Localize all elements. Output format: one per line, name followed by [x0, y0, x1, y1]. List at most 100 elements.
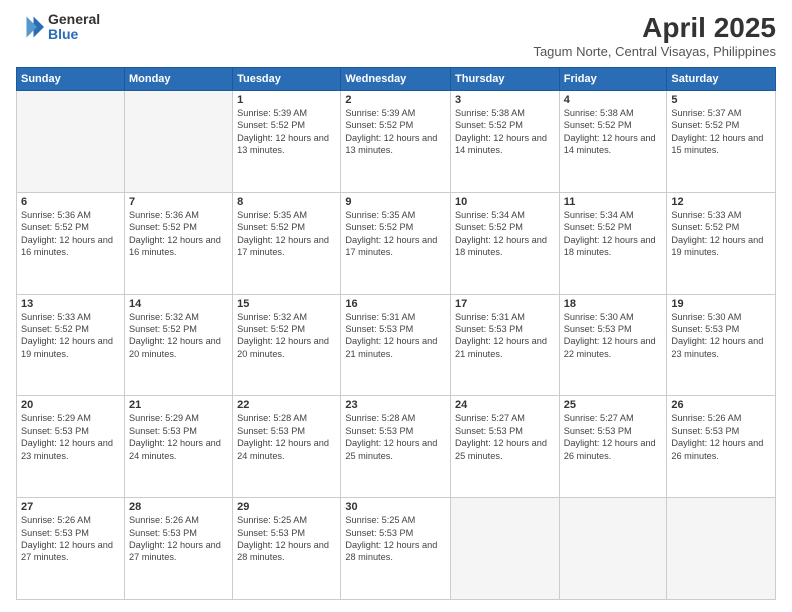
calendar-cell: 16Sunrise: 5:31 AM Sunset: 5:53 PM Dayli…: [341, 294, 451, 396]
day-detail: Sunrise: 5:31 AM Sunset: 5:53 PM Dayligh…: [345, 311, 446, 361]
day-number: 30: [345, 501, 446, 513]
day-number: 22: [237, 399, 336, 411]
day-detail: Sunrise: 5:30 AM Sunset: 5:53 PM Dayligh…: [671, 311, 771, 361]
day-number: 2: [345, 94, 446, 106]
calendar-cell: 26Sunrise: 5:26 AM Sunset: 5:53 PM Dayli…: [667, 396, 776, 498]
day-detail: Sunrise: 5:33 AM Sunset: 5:52 PM Dayligh…: [21, 311, 120, 361]
calendar-cell: 27Sunrise: 5:26 AM Sunset: 5:53 PM Dayli…: [17, 498, 125, 600]
day-number: 11: [564, 196, 663, 208]
day-detail: Sunrise: 5:34 AM Sunset: 5:52 PM Dayligh…: [455, 209, 555, 259]
logo-general: General: [48, 12, 100, 27]
header: General Blue April 2025 Tagum Norte, Cen…: [16, 12, 776, 59]
day-detail: Sunrise: 5:38 AM Sunset: 5:52 PM Dayligh…: [564, 107, 663, 157]
day-detail: Sunrise: 5:38 AM Sunset: 5:52 PM Dayligh…: [455, 107, 555, 157]
day-detail: Sunrise: 5:36 AM Sunset: 5:52 PM Dayligh…: [129, 209, 228, 259]
day-detail: Sunrise: 5:28 AM Sunset: 5:53 PM Dayligh…: [345, 412, 446, 462]
day-number: 8: [237, 196, 336, 208]
calendar-cell: 17Sunrise: 5:31 AM Sunset: 5:53 PM Dayli…: [451, 294, 560, 396]
day-number: 28: [129, 501, 228, 513]
day-detail: Sunrise: 5:39 AM Sunset: 5:52 PM Dayligh…: [237, 107, 336, 157]
logo-blue: Blue: [48, 27, 100, 42]
day-detail: Sunrise: 5:27 AM Sunset: 5:53 PM Dayligh…: [455, 412, 555, 462]
col-header-sunday: Sunday: [17, 68, 125, 91]
calendar-table: SundayMondayTuesdayWednesdayThursdayFrid…: [16, 67, 776, 600]
calendar-cell: 13Sunrise: 5:33 AM Sunset: 5:52 PM Dayli…: [17, 294, 125, 396]
calendar-cell: 22Sunrise: 5:28 AM Sunset: 5:53 PM Dayli…: [233, 396, 341, 498]
day-detail: Sunrise: 5:32 AM Sunset: 5:52 PM Dayligh…: [129, 311, 228, 361]
calendar-cell: 28Sunrise: 5:26 AM Sunset: 5:53 PM Dayli…: [124, 498, 232, 600]
calendar-cell: 20Sunrise: 5:29 AM Sunset: 5:53 PM Dayli…: [17, 396, 125, 498]
day-detail: Sunrise: 5:29 AM Sunset: 5:53 PM Dayligh…: [21, 412, 120, 462]
day-number: 20: [21, 399, 120, 411]
col-header-thursday: Thursday: [451, 68, 560, 91]
logo-text: General Blue: [48, 12, 100, 43]
calendar-week-2: 6Sunrise: 5:36 AM Sunset: 5:52 PM Daylig…: [17, 192, 776, 294]
col-header-friday: Friday: [559, 68, 667, 91]
calendar-week-4: 20Sunrise: 5:29 AM Sunset: 5:53 PM Dayli…: [17, 396, 776, 498]
day-detail: Sunrise: 5:39 AM Sunset: 5:52 PM Dayligh…: [345, 107, 446, 157]
day-number: 21: [129, 399, 228, 411]
day-detail: Sunrise: 5:35 AM Sunset: 5:52 PM Dayligh…: [237, 209, 336, 259]
day-number: 9: [345, 196, 446, 208]
calendar-cell: 3Sunrise: 5:38 AM Sunset: 5:52 PM Daylig…: [451, 91, 560, 193]
day-detail: Sunrise: 5:25 AM Sunset: 5:53 PM Dayligh…: [345, 514, 446, 564]
calendar-cell: 8Sunrise: 5:35 AM Sunset: 5:52 PM Daylig…: [233, 192, 341, 294]
day-detail: Sunrise: 5:31 AM Sunset: 5:53 PM Dayligh…: [455, 311, 555, 361]
day-detail: Sunrise: 5:30 AM Sunset: 5:53 PM Dayligh…: [564, 311, 663, 361]
calendar-week-3: 13Sunrise: 5:33 AM Sunset: 5:52 PM Dayli…: [17, 294, 776, 396]
day-number: 6: [21, 196, 120, 208]
calendar-cell: 25Sunrise: 5:27 AM Sunset: 5:53 PM Dayli…: [559, 396, 667, 498]
calendar-cell: 1Sunrise: 5:39 AM Sunset: 5:52 PM Daylig…: [233, 91, 341, 193]
day-number: 29: [237, 501, 336, 513]
day-detail: Sunrise: 5:28 AM Sunset: 5:53 PM Dayligh…: [237, 412, 336, 462]
calendar-cell: 19Sunrise: 5:30 AM Sunset: 5:53 PM Dayli…: [667, 294, 776, 396]
calendar-cell: 15Sunrise: 5:32 AM Sunset: 5:52 PM Dayli…: [233, 294, 341, 396]
col-header-saturday: Saturday: [667, 68, 776, 91]
day-detail: Sunrise: 5:36 AM Sunset: 5:52 PM Dayligh…: [21, 209, 120, 259]
day-detail: Sunrise: 5:32 AM Sunset: 5:52 PM Dayligh…: [237, 311, 336, 361]
day-number: 24: [455, 399, 555, 411]
day-number: 27: [21, 501, 120, 513]
page: General Blue April 2025 Tagum Norte, Cen…: [0, 0, 792, 612]
day-number: 13: [21, 298, 120, 310]
day-number: 7: [129, 196, 228, 208]
title-month: April 2025: [533, 12, 776, 44]
calendar-cell: 18Sunrise: 5:30 AM Sunset: 5:53 PM Dayli…: [559, 294, 667, 396]
day-detail: Sunrise: 5:33 AM Sunset: 5:52 PM Dayligh…: [671, 209, 771, 259]
day-number: 12: [671, 196, 771, 208]
calendar-cell: 2Sunrise: 5:39 AM Sunset: 5:52 PM Daylig…: [341, 91, 451, 193]
day-detail: Sunrise: 5:26 AM Sunset: 5:53 PM Dayligh…: [129, 514, 228, 564]
calendar-cell: 10Sunrise: 5:34 AM Sunset: 5:52 PM Dayli…: [451, 192, 560, 294]
col-header-wednesday: Wednesday: [341, 68, 451, 91]
calendar-cell: 21Sunrise: 5:29 AM Sunset: 5:53 PM Dayli…: [124, 396, 232, 498]
day-detail: Sunrise: 5:29 AM Sunset: 5:53 PM Dayligh…: [129, 412, 228, 462]
day-number: 18: [564, 298, 663, 310]
title-block: April 2025 Tagum Norte, Central Visayas,…: [533, 12, 776, 59]
calendar-header-row: SundayMondayTuesdayWednesdayThursdayFrid…: [17, 68, 776, 91]
calendar-cell: 9Sunrise: 5:35 AM Sunset: 5:52 PM Daylig…: [341, 192, 451, 294]
calendar-cell: 30Sunrise: 5:25 AM Sunset: 5:53 PM Dayli…: [341, 498, 451, 600]
title-location: Tagum Norte, Central Visayas, Philippine…: [533, 44, 776, 59]
calendar-cell: [667, 498, 776, 600]
logo-icon: [16, 13, 44, 41]
col-header-tuesday: Tuesday: [233, 68, 341, 91]
calendar-cell: [559, 498, 667, 600]
day-detail: Sunrise: 5:27 AM Sunset: 5:53 PM Dayligh…: [564, 412, 663, 462]
day-detail: Sunrise: 5:34 AM Sunset: 5:52 PM Dayligh…: [564, 209, 663, 259]
calendar-cell: 4Sunrise: 5:38 AM Sunset: 5:52 PM Daylig…: [559, 91, 667, 193]
day-number: 19: [671, 298, 771, 310]
day-number: 10: [455, 196, 555, 208]
calendar-cell: 7Sunrise: 5:36 AM Sunset: 5:52 PM Daylig…: [124, 192, 232, 294]
calendar-cell: 24Sunrise: 5:27 AM Sunset: 5:53 PM Dayli…: [451, 396, 560, 498]
calendar-cell: 11Sunrise: 5:34 AM Sunset: 5:52 PM Dayli…: [559, 192, 667, 294]
calendar-week-1: 1Sunrise: 5:39 AM Sunset: 5:52 PM Daylig…: [17, 91, 776, 193]
day-detail: Sunrise: 5:26 AM Sunset: 5:53 PM Dayligh…: [671, 412, 771, 462]
calendar-cell: [17, 91, 125, 193]
day-number: 25: [564, 399, 663, 411]
day-detail: Sunrise: 5:25 AM Sunset: 5:53 PM Dayligh…: [237, 514, 336, 564]
day-detail: Sunrise: 5:37 AM Sunset: 5:52 PM Dayligh…: [671, 107, 771, 157]
day-number: 15: [237, 298, 336, 310]
calendar-cell: 14Sunrise: 5:32 AM Sunset: 5:52 PM Dayli…: [124, 294, 232, 396]
calendar-cell: 29Sunrise: 5:25 AM Sunset: 5:53 PM Dayli…: [233, 498, 341, 600]
day-number: 17: [455, 298, 555, 310]
